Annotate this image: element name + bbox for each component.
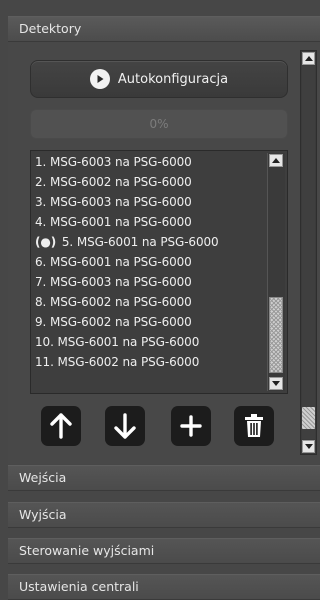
- panel-scroll-down-button[interactable]: [302, 440, 315, 453]
- arrow-up-icon: [50, 413, 72, 439]
- play-icon: [89, 69, 110, 89]
- chevron-down-icon: [304, 444, 313, 449]
- selected-radio-icon: (●): [35, 235, 57, 249]
- autoconfig-button[interactable]: Autokonfiguracja: [30, 60, 288, 98]
- detector-list-item[interactable]: 9. MSG-6002 na PSG-6000: [35, 312, 267, 332]
- detector-list-item[interactable]: (●) 5. MSG-6001 na PSG-6000: [35, 232, 267, 252]
- section-title: Wejścia: [19, 470, 67, 485]
- arrow-down-icon: [114, 413, 136, 439]
- panel-scroll-track[interactable]: [302, 66, 315, 439]
- panel-scrollbar[interactable]: [300, 50, 317, 455]
- plus-icon: [180, 415, 202, 437]
- list-scrollbar[interactable]: [267, 153, 285, 391]
- detector-list-item[interactable]: 4. MSG-6001 na PSG-6000: [35, 212, 267, 232]
- section-header-sterowanie[interactable]: Sterowanie wyjściami: [8, 538, 320, 564]
- section-header-wyjscia[interactable]: Wyjścia: [8, 502, 320, 528]
- chevron-up-icon: [272, 158, 280, 163]
- move-down-button[interactable]: [105, 406, 145, 446]
- detector-list-item-label: 11. MSG-6002 na PSG-6000: [35, 355, 200, 369]
- detector-list-item-label: 7. MSG-6003 na PSG-6000: [35, 275, 192, 289]
- detector-list-item[interactable]: 7. MSG-6003 na PSG-6000: [35, 272, 267, 292]
- detector-list-item[interactable]: 2. MSG-6002 na PSG-6000: [35, 172, 267, 192]
- detector-list-item-label: 3. MSG-6003 na PSG-6000: [35, 195, 192, 209]
- detector-list-item[interactable]: 1. MSG-6003 na PSG-6000: [35, 152, 267, 172]
- list-actions: [41, 406, 281, 446]
- autoconfig-label: Autokonfiguracja: [117, 71, 229, 87]
- detector-list-item-label: 2. MSG-6002 na PSG-6000: [35, 175, 192, 189]
- detector-list-item-label: 6. MSG-6001 na PSG-6000: [35, 255, 192, 269]
- section-header-wejscia[interactable]: Wejścia: [8, 465, 320, 491]
- section-title: Detektory: [19, 21, 82, 36]
- trash-icon: [245, 414, 263, 437]
- detector-list-item-label: 5. MSG-6001 na PSG-6000: [61, 235, 219, 249]
- section-header-ustawienia[interactable]: Ustawienia centrali: [8, 574, 320, 600]
- detector-list-item[interactable]: 8. MSG-6002 na PSG-6000: [35, 292, 267, 312]
- list-scroll-up-button[interactable]: [269, 154, 283, 167]
- detector-list-item-label: 8. MSG-6002 na PSG-6000: [35, 295, 192, 309]
- detector-list-item[interactable]: 11. MSG-6002 na PSG-6000: [35, 352, 267, 372]
- progress-text: 0%: [149, 117, 169, 131]
- chevron-down-icon: [272, 381, 280, 386]
- detector-list[interactable]: 1. MSG-6003 na PSG-6000 2. MSG-6002 na PS…: [30, 150, 288, 394]
- detector-list-items: 1. MSG-6003 na PSG-6000 2. MSG-6002 na PS…: [35, 152, 267, 372]
- move-up-button[interactable]: [41, 406, 81, 446]
- detector-list-item-label: 9. MSG-6002 na PSG-6000: [35, 315, 192, 329]
- add-button[interactable]: [171, 406, 211, 446]
- chevron-up-icon: [304, 56, 313, 61]
- detector-list-item-label: 1. MSG-6003 na PSG-6000: [35, 155, 192, 169]
- list-scroll-down-button[interactable]: [269, 377, 283, 390]
- section-header-detektory[interactable]: Detektory: [8, 16, 320, 42]
- section-title: Wyjścia: [19, 507, 67, 522]
- detector-list-item[interactable]: 3. MSG-6003 na PSG-6000: [35, 192, 267, 212]
- panel-scroll-thumb[interactable]: [302, 407, 315, 429]
- detector-list-item[interactable]: 6. MSG-6001 na PSG-6000: [35, 252, 267, 272]
- progress-bar: 0%: [30, 109, 288, 139]
- detector-list-item-label: 4. MSG-6001 na PSG-6000: [35, 215, 192, 229]
- detector-list-item[interactable]: 10. MSG-6001 na PSG-6000: [35, 332, 267, 352]
- delete-button[interactable]: [234, 406, 274, 446]
- section-title: Ustawienia centrali: [19, 579, 139, 594]
- list-scroll-thumb[interactable]: [269, 297, 283, 373]
- panel-scroll-up-button[interactable]: [302, 52, 315, 65]
- detector-list-item-label: 10. MSG-6001 na PSG-6000: [35, 335, 200, 349]
- section-title: Sterowanie wyjściami: [19, 543, 155, 558]
